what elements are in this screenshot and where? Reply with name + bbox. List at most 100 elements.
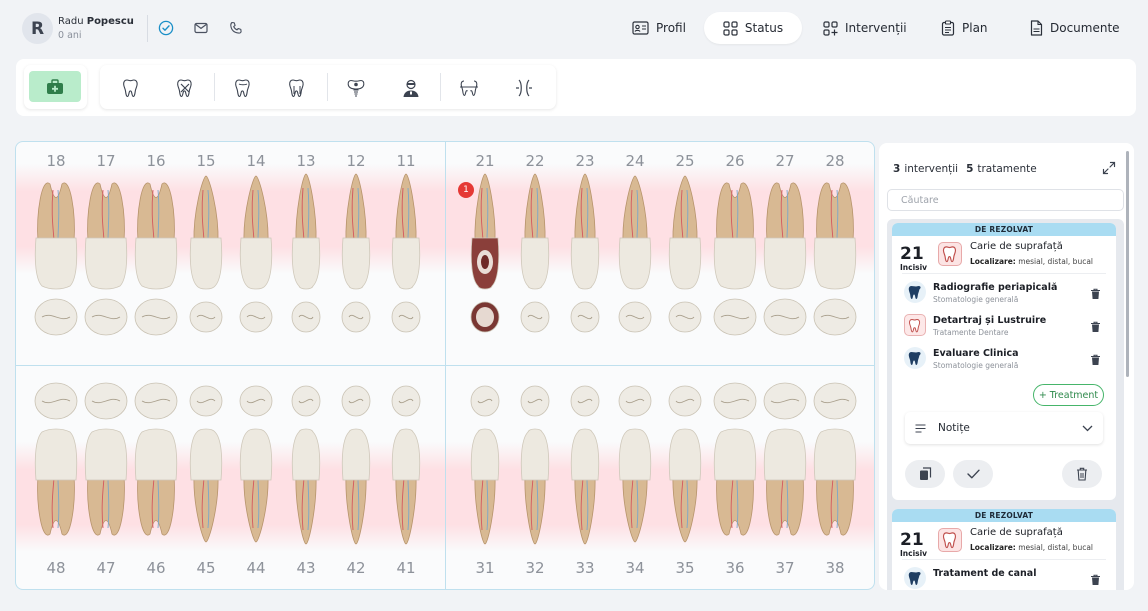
tool-tooth-button[interactable] — [118, 75, 144, 101]
tooth-37[interactable] — [761, 376, 809, 546]
tooth-number-36[interactable]: 36 — [715, 559, 755, 577]
tooth-33[interactable] — [568, 376, 602, 546]
tooth-32[interactable] — [518, 376, 552, 546]
tooth-number-42[interactable]: 42 — [336, 559, 376, 577]
tooth-number-25[interactable]: 25 — [665, 152, 705, 170]
tooth-number-16[interactable]: 16 — [136, 152, 176, 170]
tooth-18[interactable] — [32, 172, 80, 342]
trash-icon[interactable] — [1090, 351, 1102, 365]
tooth-35[interactable] — [666, 376, 704, 546]
tooth-number-17[interactable]: 17 — [86, 152, 126, 170]
patient-avatar[interactable]: R — [22, 13, 53, 44]
tooth-number-23[interactable]: 23 — [565, 152, 605, 170]
search-input[interactable] — [887, 189, 1124, 211]
tooth-number-44[interactable]: 44 — [236, 559, 276, 577]
tooth-36[interactable] — [711, 376, 759, 546]
tooth-21[interactable] — [468, 172, 502, 342]
tooth-23[interactable] — [568, 172, 602, 342]
trash-icon[interactable] — [1090, 285, 1102, 299]
tooth-38[interactable] — [811, 376, 859, 546]
add-treatment-button[interactable]: + Treatment — [1033, 384, 1104, 406]
tooth-number-43[interactable]: 43 — [286, 559, 326, 577]
tooth-number-45[interactable]: 45 — [186, 559, 226, 577]
tool-tooth-extraction-button[interactable] — [172, 75, 198, 101]
tooth-42[interactable] — [339, 376, 373, 546]
tooth-number-33[interactable]: 33 — [565, 559, 605, 577]
tool-tooth-roots-button[interactable] — [284, 75, 310, 101]
tooth-21-intervention-badge[interactable]: 1 — [458, 182, 474, 198]
mail-icon[interactable] — [192, 19, 210, 37]
tool-medical-kit-button[interactable] — [24, 65, 87, 109]
tooth-number-46[interactable]: 46 — [136, 559, 176, 577]
intervention-card[interactable]: DE REZOLVAT 21 Incisiv Carie de suprafaț… — [892, 223, 1116, 500]
tooth-number-13[interactable]: 13 — [286, 152, 326, 170]
tooth-22[interactable] — [518, 172, 552, 342]
tool-dentist-button[interactable] — [398, 75, 424, 101]
tooth-number-22[interactable]: 22 — [515, 152, 555, 170]
tooth-45[interactable] — [187, 376, 225, 546]
trash-icon[interactable] — [1090, 318, 1102, 332]
tooth-number-38[interactable]: 38 — [815, 559, 855, 577]
tab-profil[interactable]: Profil — [618, 12, 700, 44]
tooth-number-26[interactable]: 26 — [715, 152, 755, 170]
phone-icon[interactable] — [227, 19, 245, 37]
tooth-48[interactable] — [32, 376, 80, 546]
tooth-number-28[interactable]: 28 — [815, 152, 855, 170]
tooth-17[interactable] — [82, 172, 130, 342]
tooth-27[interactable] — [761, 172, 809, 342]
tooth-number-24[interactable]: 24 — [615, 152, 655, 170]
treatment-row[interactable]: Radiografie periapicală Stomatologie gen… — [904, 281, 1108, 309]
tooth-number-37[interactable]: 37 — [765, 559, 805, 577]
tooth-number-31[interactable]: 31 — [465, 559, 505, 577]
tooth-number-15[interactable]: 15 — [186, 152, 226, 170]
tooth-number-32[interactable]: 32 — [515, 559, 555, 577]
tooth-15[interactable] — [187, 172, 225, 342]
verified-check-icon[interactable] — [157, 19, 175, 37]
tooth-28[interactable] — [811, 172, 859, 342]
tab-status[interactable]: Status — [704, 12, 802, 44]
trash-icon[interactable] — [1090, 571, 1102, 585]
tooth-number-14[interactable]: 14 — [236, 152, 276, 170]
tooth-24[interactable] — [616, 172, 654, 342]
tooth-number-11[interactable]: 11 — [386, 152, 426, 170]
tab-interventii[interactable]: Intervenții — [809, 12, 921, 44]
notes-dropdown[interactable]: Notițe — [905, 412, 1103, 444]
expand-icon[interactable] — [1102, 160, 1118, 176]
tooth-number-47[interactable]: 47 — [86, 559, 126, 577]
tab-plan[interactable]: Plan — [927, 12, 1002, 44]
tooth-44[interactable] — [237, 376, 275, 546]
tooth-number-48[interactable]: 48 — [36, 559, 76, 577]
tooth-11[interactable] — [389, 172, 423, 342]
tooth-number-27[interactable]: 27 — [765, 152, 805, 170]
treatment-row[interactable]: Detartraj și Lustruire Tratamente Dentar… — [904, 314, 1108, 342]
treatment-row[interactable]: Tratament de canal — [904, 567, 1108, 590]
panel-scrollbar[interactable] — [1126, 151, 1129, 377]
tooth-number-34[interactable]: 34 — [615, 559, 655, 577]
treatment-row[interactable]: Evaluare Clinica Stomatologie generală — [904, 347, 1108, 375]
tooth-46[interactable] — [132, 376, 180, 546]
tooth-47[interactable] — [82, 376, 130, 546]
tooth-number-21[interactable]: 21 — [465, 152, 505, 170]
tooth-12[interactable] — [339, 172, 373, 342]
tool-implant-button[interactable] — [343, 75, 369, 101]
tooth-number-35[interactable]: 35 — [665, 559, 705, 577]
delete-intervention-button[interactable] — [1062, 460, 1102, 488]
tooth-34[interactable] — [616, 376, 654, 546]
intervention-card[interactable]: DE REZOLVAT 21 Incisiv Carie de suprafaț… — [892, 509, 1116, 590]
tool-tooth-outline-button[interactable] — [230, 75, 256, 101]
tab-documente[interactable]: Documente — [1016, 12, 1134, 44]
tooth-41[interactable] — [389, 376, 423, 546]
tooth-13[interactable] — [289, 172, 323, 342]
tooth-14[interactable] — [237, 172, 275, 342]
tool-orthodontic-button[interactable] — [456, 75, 482, 101]
tooth-25[interactable] — [666, 172, 704, 342]
tooth-26[interactable] — [711, 172, 759, 342]
tooth-number-18[interactable]: 18 — [36, 152, 76, 170]
tooth-number-12[interactable]: 12 — [336, 152, 376, 170]
tool-bracket-button[interactable] — [511, 75, 537, 101]
tooth-31[interactable] — [468, 376, 502, 546]
copy-button[interactable] — [905, 460, 945, 488]
resolve-button[interactable] — [953, 460, 993, 488]
tooth-43[interactable] — [289, 376, 323, 546]
tooth-16[interactable] — [132, 172, 180, 342]
